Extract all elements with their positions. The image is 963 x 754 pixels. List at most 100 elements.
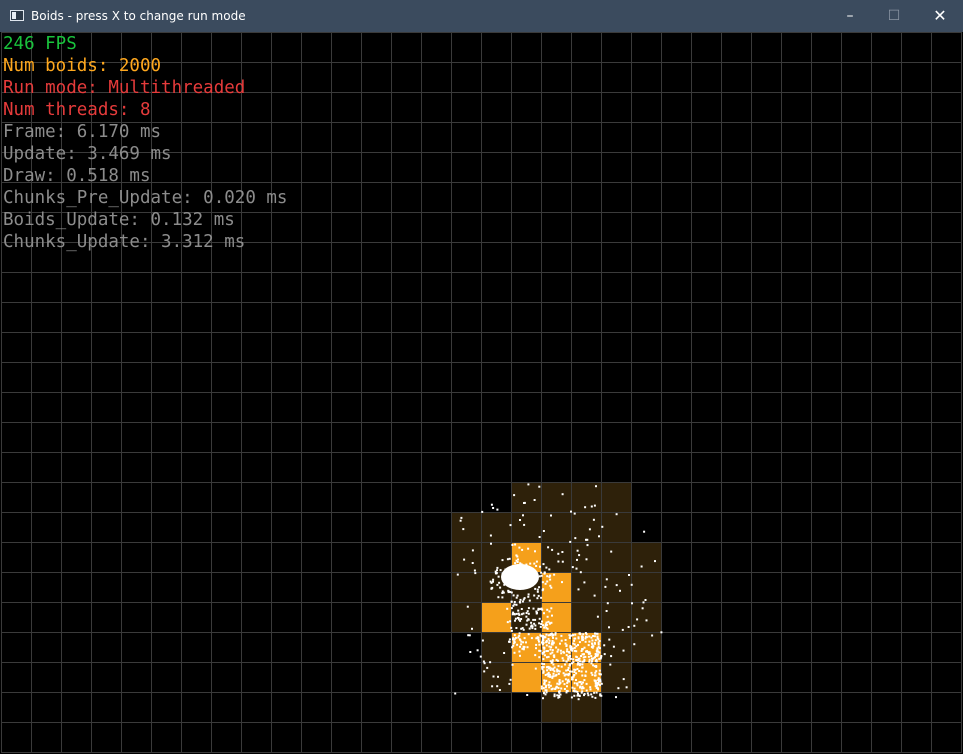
boid xyxy=(527,595,530,598)
boid xyxy=(467,634,470,637)
boid xyxy=(508,682,511,685)
boid xyxy=(582,681,584,684)
boid xyxy=(571,662,573,665)
boid xyxy=(590,662,593,665)
boid xyxy=(558,670,561,673)
boid xyxy=(617,687,620,690)
boid xyxy=(545,644,548,647)
boid xyxy=(519,598,522,601)
boid xyxy=(569,670,571,673)
boid xyxy=(563,683,566,686)
close-button[interactable]: ✕ xyxy=(917,0,963,32)
boid xyxy=(537,639,540,641)
title-bar[interactable]: Boids - press X to change run mode – ☐ ✕ xyxy=(0,0,963,32)
boid xyxy=(588,640,591,643)
boid xyxy=(589,686,592,689)
boid xyxy=(507,590,510,592)
boid xyxy=(570,696,573,699)
boid xyxy=(579,571,582,574)
boid xyxy=(581,674,584,677)
boid xyxy=(460,516,463,519)
simulation-canvas[interactable]: 246 FPS Num boids: 2000 Run mode: Multit… xyxy=(1,32,962,753)
boid xyxy=(534,654,537,657)
boid xyxy=(496,508,499,511)
boid xyxy=(538,643,541,646)
boid xyxy=(471,627,473,630)
boid xyxy=(542,530,545,532)
boid xyxy=(642,601,645,604)
boid xyxy=(567,669,569,671)
maximize-button[interactable]: ☐ xyxy=(871,0,917,32)
boid xyxy=(547,638,550,640)
draw-time-label: Draw: 0.518 ms xyxy=(3,166,151,186)
boid xyxy=(556,682,559,685)
boid xyxy=(539,625,542,628)
boid xyxy=(619,589,621,592)
boid xyxy=(597,677,600,680)
boid xyxy=(463,558,466,561)
boid xyxy=(511,544,514,546)
boid xyxy=(615,584,618,587)
boid xyxy=(549,652,552,655)
boid xyxy=(589,688,592,691)
boid xyxy=(581,663,584,666)
boid xyxy=(547,546,550,549)
boid xyxy=(554,632,557,635)
boid xyxy=(560,652,563,655)
boid xyxy=(548,639,551,642)
chunk-cell xyxy=(601,602,631,632)
boid xyxy=(529,562,532,565)
boid xyxy=(496,583,499,586)
boid xyxy=(546,650,549,652)
boid xyxy=(506,621,509,624)
boid xyxy=(534,618,537,621)
boid xyxy=(569,655,572,657)
boid xyxy=(520,608,523,610)
boid xyxy=(583,581,586,584)
boid xyxy=(540,574,543,577)
minimize-button[interactable]: – xyxy=(827,0,873,32)
boid xyxy=(522,641,525,644)
boid xyxy=(543,650,546,653)
boid xyxy=(581,660,584,663)
boid xyxy=(573,671,576,673)
boid xyxy=(594,653,597,655)
boid xyxy=(519,645,521,648)
boid xyxy=(511,663,514,666)
boid xyxy=(550,607,553,610)
boid xyxy=(510,607,513,610)
boid xyxy=(531,627,534,630)
boid xyxy=(561,493,564,496)
boid xyxy=(530,637,533,640)
boid xyxy=(566,685,568,688)
boid xyxy=(586,650,589,653)
chunk-cell xyxy=(481,512,511,542)
boid xyxy=(564,663,567,666)
boid xyxy=(534,550,536,553)
boid xyxy=(492,580,494,583)
boid xyxy=(548,622,551,625)
boid xyxy=(600,655,603,657)
boid xyxy=(573,690,576,693)
boid xyxy=(608,638,611,641)
boid xyxy=(628,574,630,576)
boid xyxy=(550,646,553,649)
boid xyxy=(548,667,551,670)
boid xyxy=(542,658,545,661)
boid xyxy=(590,671,593,674)
boid xyxy=(599,680,602,683)
boid xyxy=(525,615,528,618)
boid xyxy=(578,681,581,684)
boid xyxy=(510,626,513,629)
boid xyxy=(625,686,628,689)
boid xyxy=(526,610,529,613)
boid xyxy=(535,643,538,646)
boid xyxy=(512,594,515,597)
boid xyxy=(526,619,529,622)
boid xyxy=(492,507,495,509)
boid xyxy=(514,562,517,565)
boid xyxy=(548,575,551,578)
chunk-cell xyxy=(511,482,541,512)
boid xyxy=(492,578,495,581)
chunk-cell xyxy=(571,542,601,572)
